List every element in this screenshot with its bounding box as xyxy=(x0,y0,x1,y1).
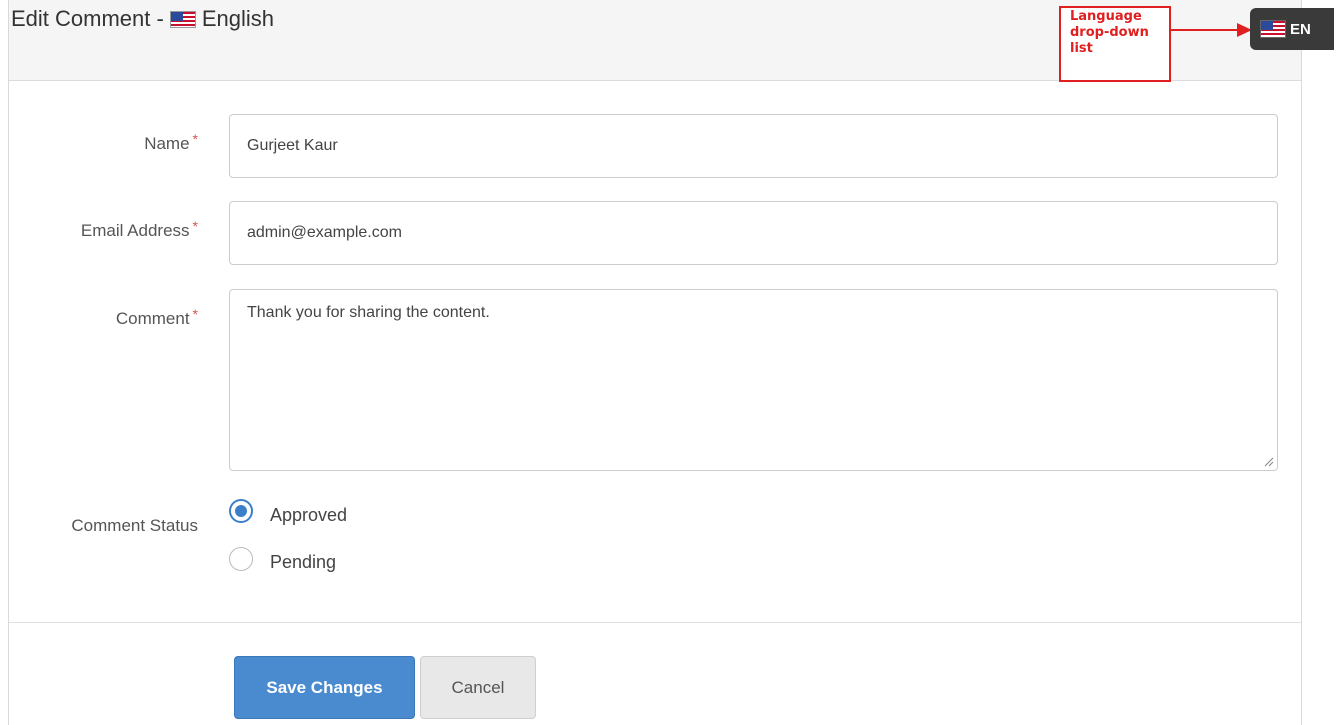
radio-pending[interactable] xyxy=(229,547,253,571)
name-label-text: Name xyxy=(144,134,190,153)
email-label: Email Address * xyxy=(80,218,198,241)
annotation-line-3: list xyxy=(1070,41,1093,56)
name-input-value: Gurjeet Kaur xyxy=(247,137,338,154)
comment-status-label: Comment Status xyxy=(71,516,198,535)
cancel-button[interactable]: Cancel xyxy=(420,656,536,719)
comment-textarea-value: Thank you for sharing the content. xyxy=(247,304,490,321)
comment-textarea[interactable]: Thank you for sharing the content. xyxy=(229,289,1278,471)
required-asterisk: * xyxy=(192,306,198,322)
language-dropdown-button[interactable]: EN xyxy=(1250,8,1334,50)
page-title-prefix: Edit Comment - xyxy=(11,6,164,31)
radio-pending-label[interactable]: Pending xyxy=(270,552,336,573)
us-flag-icon xyxy=(169,10,196,28)
comment-label-text: Comment xyxy=(115,309,190,328)
language-dropdown-annotation: Language drop-down list xyxy=(1059,6,1171,82)
required-asterisk: * xyxy=(192,131,198,147)
page-title: Edit Comment - English xyxy=(11,6,274,32)
email-input-value: admin@example.com xyxy=(247,224,402,241)
us-flag-icon xyxy=(1260,20,1286,38)
required-asterisk: * xyxy=(192,218,198,234)
email-input[interactable]: admin@example.com xyxy=(229,201,1278,265)
radio-approved-label[interactable]: Approved xyxy=(270,505,347,526)
annotation-line-2: drop-down xyxy=(1070,25,1149,40)
resize-grip-icon[interactable] xyxy=(1264,457,1274,467)
name-label: Name * xyxy=(144,131,198,154)
annotation-arrow-icon xyxy=(1169,23,1252,37)
email-label-text: Email Address xyxy=(80,221,190,240)
language-code: EN xyxy=(1290,20,1311,38)
comment-label: Comment * xyxy=(115,306,198,329)
save-changes-button[interactable]: Save Changes xyxy=(234,656,415,719)
form-divider xyxy=(9,622,1301,623)
name-input[interactable]: Gurjeet Kaur xyxy=(229,114,1278,178)
radio-approved[interactable] xyxy=(229,499,253,523)
page-title-language: English xyxy=(201,6,274,31)
annotation-line-1: Language xyxy=(1070,9,1142,24)
